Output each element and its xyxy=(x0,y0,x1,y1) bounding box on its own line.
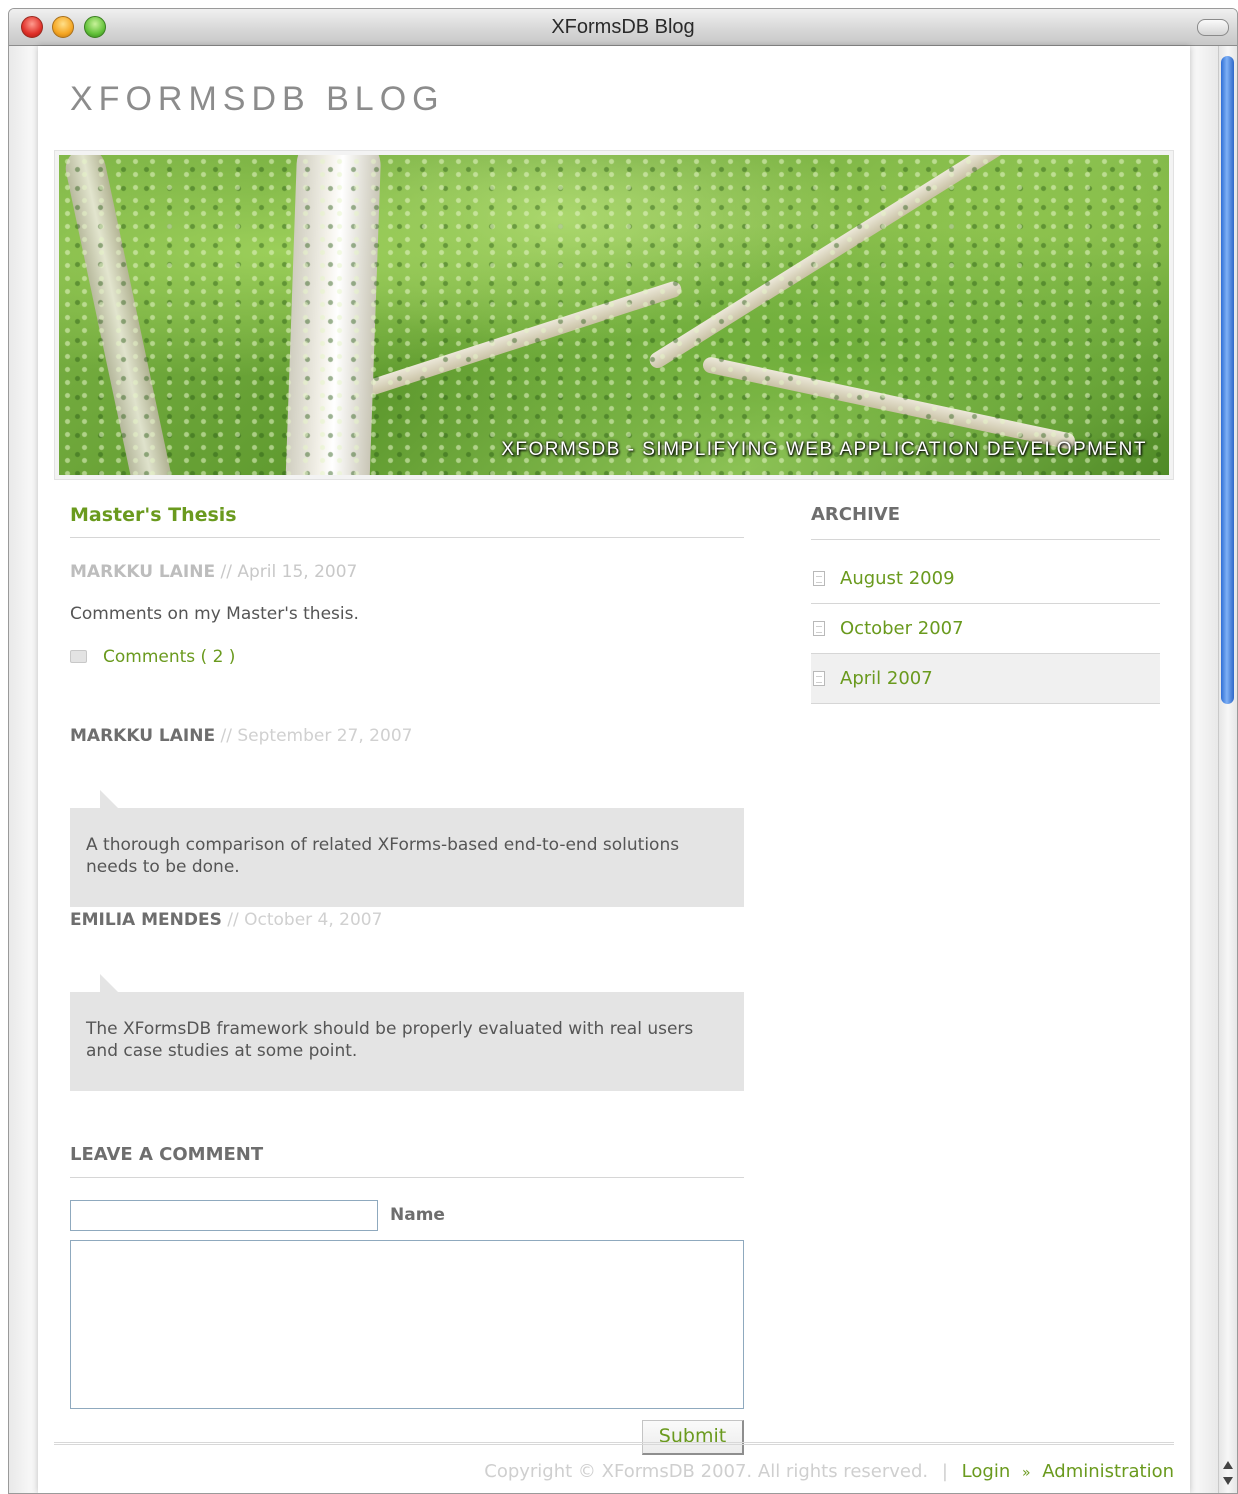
comments-link[interactable]: Comments ( 2 ) xyxy=(70,647,235,667)
post-body: Comments on my Master's thesis. xyxy=(70,604,359,624)
meta-separator: // xyxy=(227,910,239,930)
scroll-up-arrow-icon[interactable] xyxy=(1223,1461,1233,1469)
name-label: Name xyxy=(390,1205,445,1225)
scrollbar-thumb[interactable] xyxy=(1221,56,1234,704)
birch-tree-image: XFORMSDB - SIMPLIFYING WEB APPLICATION D… xyxy=(59,155,1169,475)
comment-bubble: The XFormsDB framework should be properl… xyxy=(70,974,744,1091)
document-icon xyxy=(813,621,825,636)
meta-separator: // xyxy=(220,562,232,582)
document-icon xyxy=(813,671,825,686)
speech-bubble-icon xyxy=(70,650,87,663)
submit-button[interactable]: Submit xyxy=(642,1420,744,1455)
page-viewport: XFORMSDB BLOG XFORMSDB - SIMPLIFYING WEB… xyxy=(9,46,1218,1493)
scroll-down-arrow-icon[interactable] xyxy=(1223,1477,1233,1485)
administration-link[interactable]: Administration xyxy=(1042,1461,1174,1482)
window-title: XFormsDB Blog xyxy=(551,16,695,38)
footer-divider xyxy=(54,1442,1174,1445)
comment-author: MARKKU LAINE xyxy=(70,726,216,746)
leaf-texture xyxy=(59,155,1169,475)
post-author: MARKKU LAINE xyxy=(70,562,216,582)
title-bar[interactable]: XFormsDB Blog xyxy=(9,9,1237,46)
archive-item-label: August 2009 xyxy=(840,568,955,589)
copyright-text: Copyright © XFormsDB 2007. All rights re… xyxy=(484,1461,929,1482)
comment-text: The XFormsDB framework should be properl… xyxy=(86,1019,694,1061)
archive-item-label: October 2007 xyxy=(840,618,964,639)
browser-window: XFormsDB Blog XFORMSDB BLOG XFORMSDB - S… xyxy=(8,8,1238,1494)
archive-item[interactable]: October 2007 xyxy=(811,604,1160,654)
comments-link-label: Comments ( 2 ) xyxy=(103,647,236,667)
login-link[interactable]: Login xyxy=(962,1461,1011,1482)
post-meta: MARKKU LAINE // April 15, 2007 xyxy=(70,562,357,582)
archive-item[interactable]: April 2007 xyxy=(811,654,1160,704)
comment-bubble: A thorough comparison of related XForms-… xyxy=(70,790,744,907)
post-title[interactable]: Master's Thesis xyxy=(70,504,744,538)
blog-page: XFORMSDB BLOG XFORMSDB - SIMPLIFYING WEB… xyxy=(38,46,1190,1493)
comment-header: EMILIA MENDES // October 4, 2007 xyxy=(70,910,382,930)
header-banner: XFORMSDB - SIMPLIFYING WEB APPLICATION D… xyxy=(54,150,1174,480)
comment-header: MARKKU LAINE // September 27, 2007 xyxy=(70,726,412,746)
vertical-scrollbar[interactable] xyxy=(1218,46,1237,1493)
footer-arrow: » xyxy=(1021,1465,1031,1481)
comment-date: October 4, 2007 xyxy=(244,910,383,930)
comment-date: September 27, 2007 xyxy=(237,726,413,746)
archive-heading: ARCHIVE xyxy=(811,504,1160,540)
leave-comment-heading: LEAVE A COMMENT xyxy=(70,1144,744,1178)
comment-author: EMILIA MENDES xyxy=(70,910,222,930)
banner-caption: XFORMSDB - SIMPLIFYING WEB APPLICATION D… xyxy=(501,439,1147,460)
comment-textarea[interactable] xyxy=(70,1240,744,1409)
site-title[interactable]: XFORMSDB BLOG xyxy=(70,80,445,119)
footer-separator: | xyxy=(941,1461,948,1482)
name-input[interactable] xyxy=(70,1200,378,1231)
archive-item-label: April 2007 xyxy=(840,668,933,689)
footer: Copyright © XFormsDB 2007. All rights re… xyxy=(484,1461,1174,1482)
document-icon xyxy=(813,571,825,586)
meta-separator: // xyxy=(220,726,232,746)
toolbar-toggle-button[interactable] xyxy=(1197,19,1229,36)
archive-item[interactable]: August 2009 xyxy=(811,554,1160,604)
comment-text: A thorough comparison of related XForms-… xyxy=(86,835,680,877)
post-date: April 15, 2007 xyxy=(237,562,358,582)
